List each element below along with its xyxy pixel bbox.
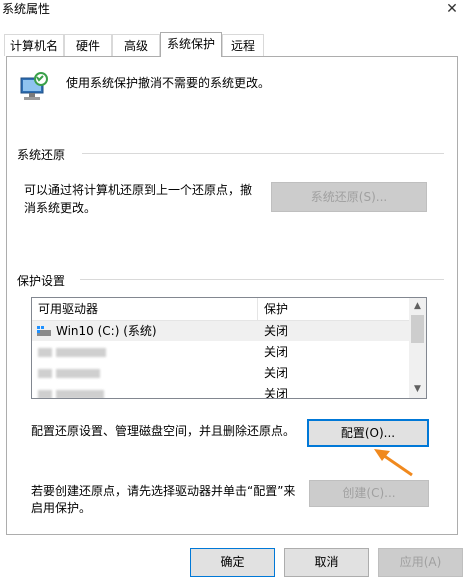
drive-list-scrollbar[interactable]: ▲ ▼ <box>409 298 426 398</box>
drive-icon <box>38 390 52 398</box>
system-restore-button[interactable]: 系统还原(S)... <box>271 182 427 212</box>
close-icon[interactable]: ✕ <box>440 0 464 18</box>
section-divider <box>82 153 444 154</box>
section-divider <box>80 279 444 280</box>
ok-button[interactable]: 确定 <box>190 548 275 577</box>
restore-description-line2: 消系统更改。 <box>24 201 97 215</box>
configure-text: 配置还原设置、管理磁盘空间，并且删除还原点。 <box>31 424 296 438</box>
column-drive[interactable]: 可用驱动器 <box>32 298 258 320</box>
drive-icon <box>37 326 51 336</box>
protection-settings-heading: 保护设置 <box>17 274 66 288</box>
tab-hardware[interactable]: 硬件 <box>64 34 112 56</box>
restore-description-line1: 可以通过将计算机还原到上一个还原点，撤 <box>24 183 253 197</box>
drive-name: Win10 (C:) (系统) <box>56 324 157 338</box>
drive-icon <box>38 369 52 378</box>
cancel-button[interactable]: 取消 <box>284 548 369 577</box>
create-button[interactable]: 创建(C)... <box>309 480 429 507</box>
drive-icon <box>38 348 52 357</box>
tab-remote[interactable]: 远程 <box>222 34 264 56</box>
create-text-line1: 若要创建还原点，请先选择驱动器并单击“配置”来 <box>31 484 296 498</box>
tab-computer-name[interactable]: 计算机名 <box>4 34 64 56</box>
drive-protection: 关闭 <box>264 324 289 338</box>
scroll-down-icon[interactable]: ▼ <box>409 381 426 398</box>
drive-name-redacted <box>56 369 100 378</box>
drive-row[interactable]: 关闭 <box>32 384 410 399</box>
drive-row[interactable]: 关闭 <box>32 363 410 383</box>
drive-row[interactable]: 关闭 <box>32 342 410 362</box>
column-protection[interactable]: 保护 <box>258 298 410 320</box>
tab-advanced[interactable]: 高级 <box>112 34 160 56</box>
create-text-line2: 启用保护。 <box>31 501 92 515</box>
configure-button[interactable]: 配置(O)... <box>307 419 429 447</box>
drive-protection: 关闭 <box>264 366 289 380</box>
drive-protection: 关闭 <box>264 387 289 399</box>
tab-strip: 计算机名 硬件 高级 系统保护 远程 <box>0 32 465 57</box>
drive-list-header: 可用驱动器 保护 <box>32 298 410 321</box>
intro-text: 使用系统保护撤消不需要的系统更改。 <box>66 76 271 90</box>
tab-system-protection[interactable]: 系统保护 <box>160 32 222 57</box>
drive-name-redacted <box>56 390 104 398</box>
apply-button[interactable]: 应用(A) <box>378 548 463 577</box>
system-protection-icon <box>20 72 48 100</box>
drive-row[interactable]: Win10 (C:) (系统) 关闭 <box>32 321 410 341</box>
scroll-thumb[interactable] <box>411 315 424 343</box>
arrow-annotation-icon <box>374 449 413 477</box>
drive-name-redacted <box>56 348 106 357</box>
drive-protection: 关闭 <box>264 345 289 359</box>
scroll-up-icon[interactable]: ▲ <box>409 298 426 315</box>
drive-list[interactable]: 可用驱动器 保护 Win10 (C:) (系统) 关闭 关闭 关闭 关闭 ▲ ▼ <box>31 297 427 399</box>
window-title: 系统属性 <box>2 2 51 16</box>
system-restore-heading: 系统还原 <box>17 148 66 162</box>
